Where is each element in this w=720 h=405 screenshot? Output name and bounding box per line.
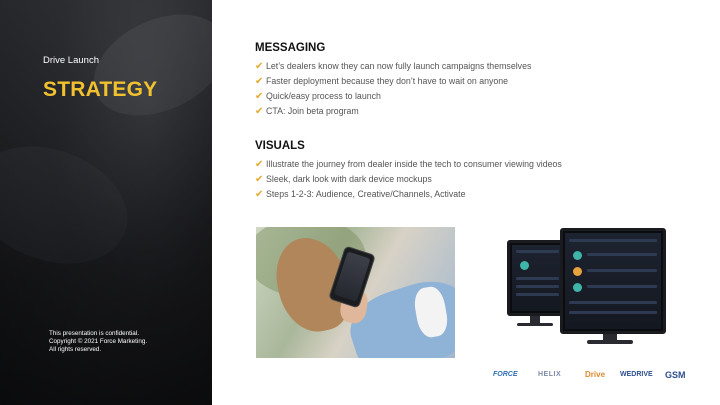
ui-bar xyxy=(569,239,657,242)
ui-bar xyxy=(516,277,559,280)
check-icon: ✔ xyxy=(255,91,264,102)
legal-line: All rights reserved. xyxy=(49,346,102,354)
monitor-front xyxy=(560,228,666,334)
ui-bar xyxy=(569,301,657,304)
sidebar-panel: Drive Launch STRATEGY This presentation … xyxy=(0,0,212,405)
ui-bar xyxy=(569,311,657,314)
bullet-text: Quick/easy process to launch xyxy=(266,91,381,101)
list-item: ✔ Sleek, dark look with dark device mocku… xyxy=(255,172,562,187)
force-logo: FORCE xyxy=(493,371,518,378)
dashboard-screen xyxy=(565,233,661,329)
check-icon: ✔ xyxy=(255,174,264,185)
list-item: ✔ Illustrate the journey from dealer insi… xyxy=(255,157,562,172)
check-icon: ✔ xyxy=(255,106,264,117)
visuals-list: ✔ Illustrate the journey from dealer insi… xyxy=(255,157,562,202)
check-icon: ✔ xyxy=(255,159,264,170)
monitor-stand xyxy=(517,323,553,326)
slide-eyebrow: Drive Launch xyxy=(43,55,99,66)
bullet-text: Steps 1-2-3: Audience, Creative/Channels… xyxy=(266,189,466,199)
bullet-text: Illustrate the journey from dealer insid… xyxy=(266,159,562,169)
ui-bar xyxy=(516,285,559,288)
ui-bar xyxy=(587,269,657,272)
device-mockup xyxy=(495,228,666,348)
dashboard-screen xyxy=(512,245,563,311)
ui-bar xyxy=(587,285,657,288)
ui-dot xyxy=(573,267,582,276)
consumer-phone-photo xyxy=(256,227,455,358)
check-icon: ✔ xyxy=(255,189,264,200)
monitor-stand xyxy=(587,340,633,344)
ui-bar xyxy=(516,293,559,296)
gsm-logo: GSM xyxy=(665,370,686,380)
visuals-heading: VISUALS xyxy=(255,140,305,152)
legal-line: Copyright © 2021 Force Marketing. xyxy=(49,338,148,346)
messaging-heading: MESSAGING xyxy=(255,42,326,54)
bullet-text: Let’s dealers know they can now fully la… xyxy=(266,61,532,71)
list-item: ✔ Quick/easy process to launch xyxy=(255,89,531,104)
messaging-list: ✔ Let’s dealers know they can now fully l… xyxy=(255,59,531,119)
helix-logo: HELIX xyxy=(538,371,562,378)
ui-bar xyxy=(516,250,559,253)
ui-dot xyxy=(573,283,582,292)
brand-logos: FORCE HELIX Drive WEDRIVE GSM xyxy=(490,368,695,382)
slide-title: STRATEGY xyxy=(43,78,158,101)
check-icon: ✔ xyxy=(255,61,264,72)
bullet-text: Sleek, dark look with dark device mockup… xyxy=(266,174,432,184)
drive-logo: Drive xyxy=(585,370,606,379)
ui-dot xyxy=(520,261,529,270)
legal-line: This presentation is confidential. xyxy=(49,330,139,337)
ui-bar xyxy=(587,253,657,256)
list-item: ✔ CTA: Join beta program xyxy=(255,104,531,119)
list-item: ✔ Steps 1-2-3: Audience, Creative/Channel… xyxy=(255,187,562,202)
check-icon: ✔ xyxy=(255,76,264,87)
bullet-text: CTA: Join beta program xyxy=(266,106,359,116)
bullet-text: Faster deployment because they don’t hav… xyxy=(266,76,509,86)
ui-dot xyxy=(573,251,582,260)
confidentiality-notice: This presentation is confidential. Copyr… xyxy=(49,330,147,355)
list-item: ✔ Let’s dealers know they can now fully l… xyxy=(255,59,531,74)
list-item: ✔ Faster deployment because they don’t ha… xyxy=(255,74,531,89)
monitor-back xyxy=(507,240,568,316)
wedrive-logo: WEDRIVE xyxy=(620,371,653,378)
